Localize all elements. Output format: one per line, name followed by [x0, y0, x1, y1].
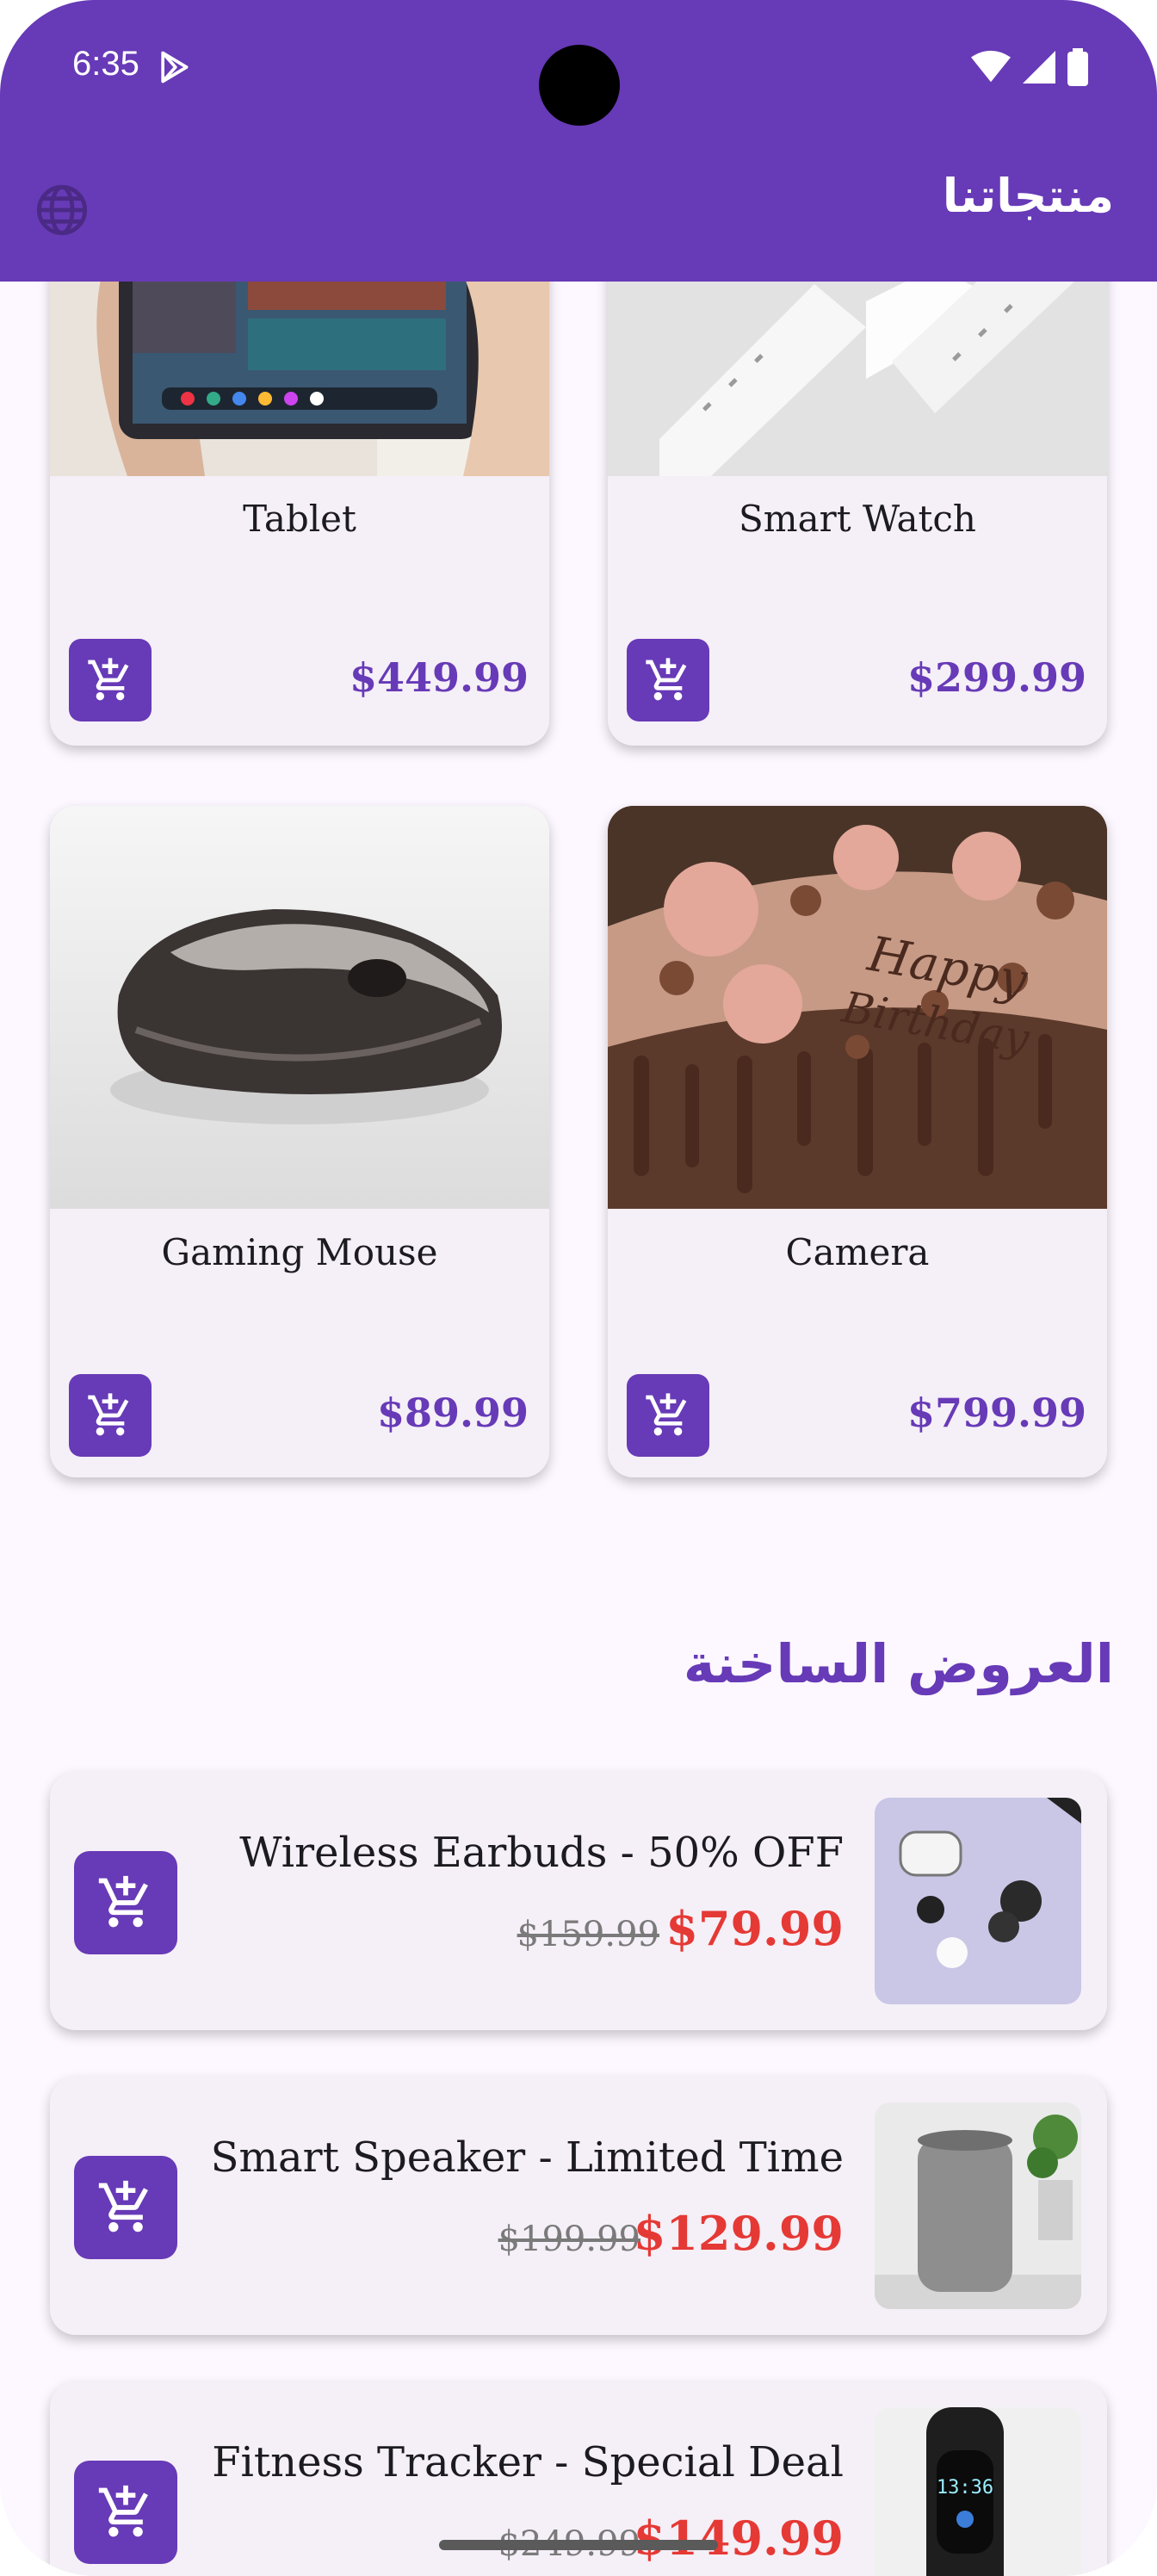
- offer-title: Smart Speaker - Limited Time: [210, 2133, 844, 2182]
- product-image-camera: Happy Birthday: [608, 806, 1107, 1209]
- product-price: $449.99: [349, 654, 529, 701]
- product-image-gaming-mouse: [50, 806, 549, 1209]
- product-card[interactable]: Happy Birthday Camera $799.99: [608, 806, 1107, 1477]
- offer-title: Fitness Tracker - Special Deal: [212, 2438, 844, 2486]
- add-to-cart-button[interactable]: [74, 1851, 177, 1954]
- home-indicator[interactable]: [439, 2540, 718, 2550]
- globe-icon[interactable]: [34, 183, 90, 238]
- product-price: $799.99: [906, 1390, 1086, 1436]
- svg-text:13:36: 13:36: [937, 2477, 993, 2499]
- add-shopping-cart-icon: [88, 1393, 129, 1436]
- page-title: منتجاتنا: [942, 169, 1114, 223]
- add-shopping-cart-icon: [98, 2180, 148, 2232]
- offer-card[interactable]: Smart Speaker - Limited Time $199.99 $12…: [50, 2077, 1107, 2335]
- product-name: Tablet: [243, 498, 356, 540]
- product-card[interactable]: Gaming Mouse $89.99: [50, 806, 549, 1477]
- hot-deals-title: العروض الساخنة: [683, 1632, 1114, 1695]
- product-name: Gaming Mouse: [161, 1231, 438, 1273]
- product-price: $89.99: [376, 1390, 529, 1436]
- add-to-cart-button[interactable]: [74, 2461, 177, 2564]
- signal-icon: [1023, 51, 1055, 84]
- product-price: $299.99: [906, 654, 1086, 701]
- offer-new-price: $129.99: [633, 2206, 844, 2261]
- add-shopping-cart-icon: [646, 1393, 687, 1436]
- status-time: 6:35: [72, 45, 139, 83]
- add-shopping-cart-icon: [98, 1875, 148, 1928]
- offer-new-price: $149.99: [633, 2511, 844, 2566]
- offer-title: Wireless Earbuds - 50% OFF: [239, 1829, 844, 1877]
- add-shopping-cart-icon: [88, 658, 129, 701]
- add-to-cart-button[interactable]: [627, 1374, 709, 1457]
- wifi-icon: [971, 50, 1011, 83]
- add-shopping-cart-icon: [98, 2485, 148, 2537]
- offer-old-price: $159.99: [517, 1915, 659, 1954]
- camera-cutout: [539, 45, 620, 126]
- product-name: Camera: [785, 1231, 930, 1273]
- add-to-cart-button[interactable]: [69, 639, 152, 721]
- offer-image-speaker: [875, 2102, 1081, 2309]
- add-to-cart-button[interactable]: [627, 639, 709, 721]
- product-name: Smart Watch: [739, 498, 976, 540]
- add-shopping-cart-icon: [646, 658, 687, 701]
- phone-screen: 6:35 منتجاتنا Tablet $449.99 Smart Watch…: [0, 0, 1157, 2576]
- add-to-cart-button[interactable]: [74, 2156, 177, 2259]
- add-to-cart-button[interactable]: [69, 1374, 152, 1457]
- status-icons: [971, 48, 1088, 86]
- offer-old-price: $199.99: [498, 2220, 640, 2259]
- offer-image-fitness-tracker: 13:36: [875, 2407, 1081, 2576]
- top-app-bar: 6:35 منتجاتنا: [0, 0, 1157, 282]
- offer-new-price: $79.99: [665, 1901, 844, 1956]
- battery-icon: [1067, 48, 1088, 86]
- offer-image-earbuds: [875, 1798, 1081, 2004]
- offer-card[interactable]: Wireless Earbuds - 50% OFF $159.99 $79.9…: [50, 1772, 1107, 2030]
- play-store-icon: [161, 51, 189, 84]
